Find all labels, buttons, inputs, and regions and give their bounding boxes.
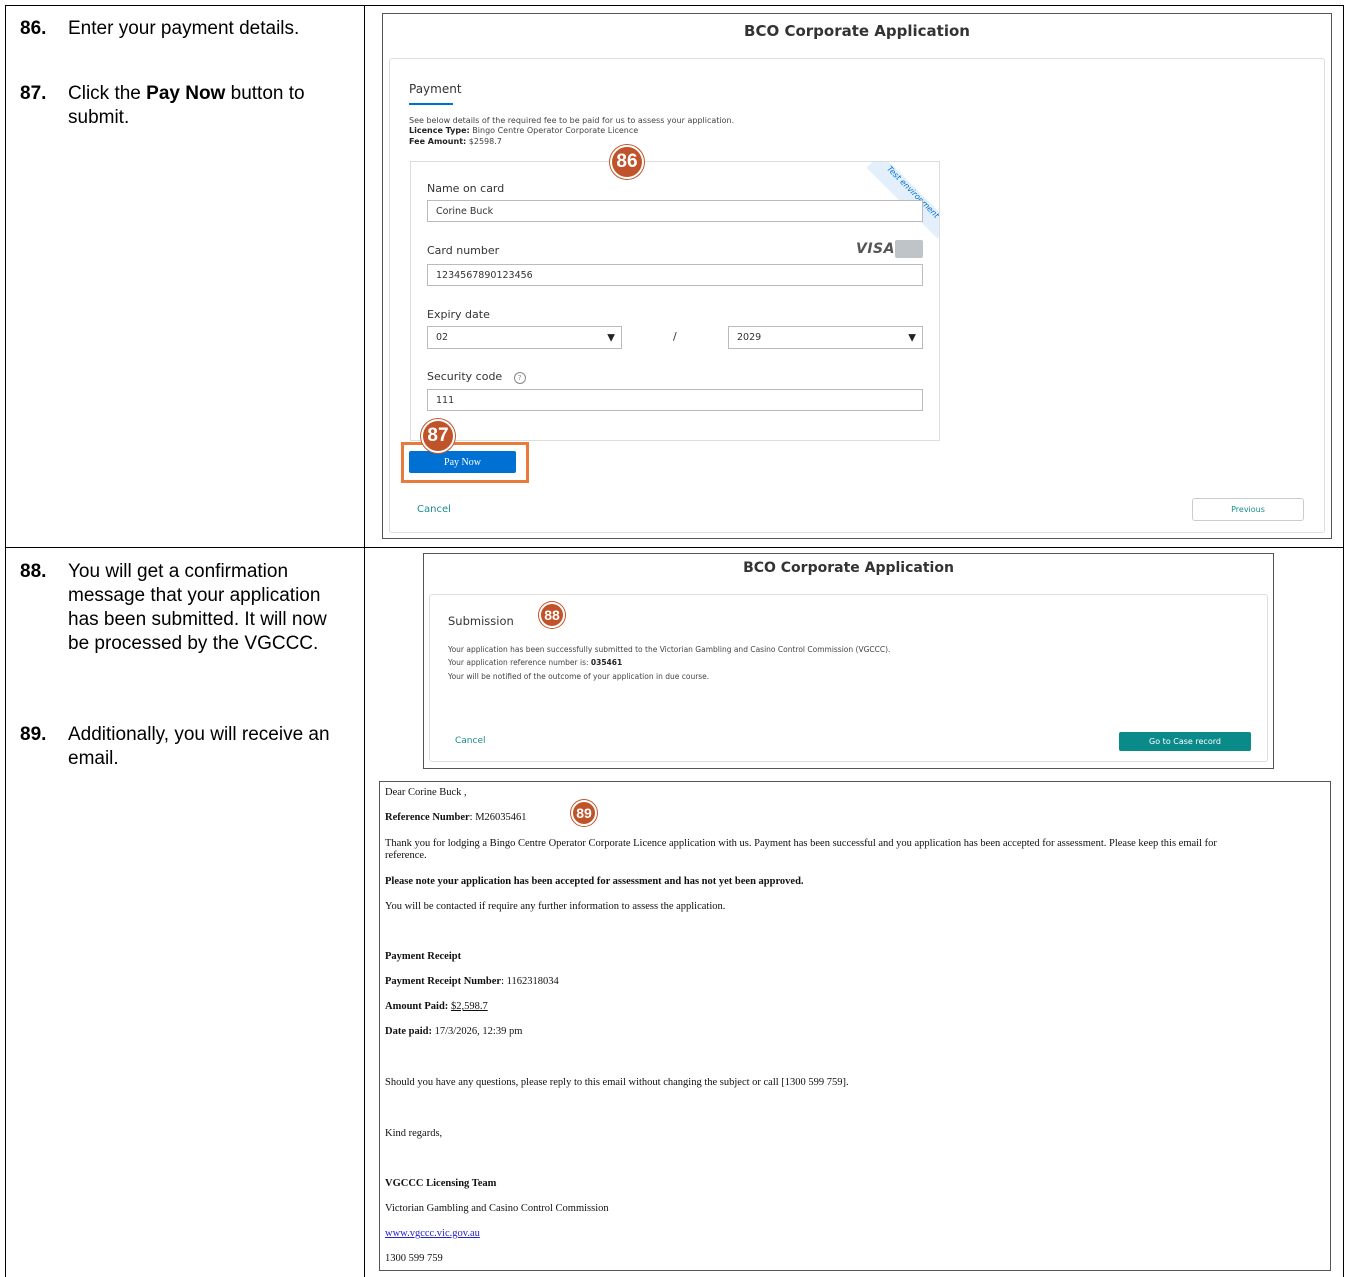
step-number: 89. [20, 724, 47, 745]
website-link[interactable]: www.vgccc.vic.gov.au [385, 1228, 480, 1239]
go-to-case-record-button[interactable]: Go to Case record [1119, 732, 1251, 751]
step-text: You will get a confirmation message that… [68, 561, 327, 654]
email-questions: Should you have any questions, please re… [385, 1077, 849, 1088]
submission-screenshot: BCO Corporate Application Submission You… [423, 553, 1274, 769]
chevron-down-icon: ▼ [607, 332, 615, 343]
callout-badge-88: 88 [539, 602, 565, 628]
security-code-input[interactable]: 111 [427, 389, 923, 411]
email-phone: 1300 599 759 [385, 1253, 443, 1264]
receipt-number: Payment Receipt Number: 1162318034 [385, 976, 559, 987]
step-text: Enter your payment details. [68, 18, 300, 39]
date-paid: Date paid: 17/3/2026, 12:39 pm [385, 1026, 523, 1037]
submission-line-1: Your application has been successfully s… [448, 645, 891, 654]
step-text: Additionally, you will receive an email. [68, 724, 330, 769]
expiry-month-select[interactable]: 02 ▼ [427, 326, 622, 349]
table-column-divider [364, 5, 365, 1277]
email-regards: Kind regards, [385, 1128, 443, 1139]
table-border-right [1343, 5, 1344, 1277]
tab-submission[interactable]: Submission [448, 614, 514, 628]
expiry-year-select[interactable]: 2029 ▼ [728, 326, 923, 349]
email-org: Victorian Gambling and Casino Control Co… [385, 1203, 609, 1214]
table-row-divider [5, 547, 1344, 548]
visa-logo: VISA [856, 241, 895, 257]
amount-paid: Amount Paid: $2,598.7 [385, 1001, 488, 1012]
app-title: BCO Corporate Application [743, 560, 954, 576]
expiry-separator: / [673, 330, 677, 343]
email-greeting: Dear Corine Buck , [385, 787, 467, 798]
callout-badge-86: 86 [610, 145, 644, 179]
step-text: Click the Pay Now button to submit. [68, 83, 305, 128]
tab-underline [409, 103, 453, 105]
fee-amount: Fee Amount: $2598.7 [409, 137, 502, 146]
step-number: 87. [20, 83, 47, 104]
help-icon[interactable]: ? [513, 372, 526, 384]
name-on-card-input[interactable]: Corine Buck [427, 200, 923, 222]
card-number-label: Card number [427, 244, 500, 257]
callout-badge-89: 89 [571, 800, 597, 826]
table-border-left [5, 5, 6, 1277]
reference-number: 035461 [590, 658, 623, 667]
pay-now-button[interactable]: Pay Now [409, 451, 516, 473]
confirmation-email: Dear Corine Buck , Reference Number: M26… [379, 781, 1331, 1271]
email-website: www.vgccc.vic.gov.au [385, 1228, 1324, 1240]
chevron-down-icon: ▼ [908, 332, 916, 343]
pay-now-emphasis: Pay Now [146, 83, 226, 104]
cancel-link[interactable]: Cancel [417, 504, 451, 515]
expiry-date-label: Expiry date [427, 308, 490, 321]
submission-line-2: Your application reference number is: 03… [448, 658, 623, 667]
payment-card: Payment See below details of the require… [389, 58, 1325, 533]
security-code-label: Security code ? [427, 370, 526, 384]
tab-payment[interactable]: Payment [409, 82, 462, 96]
email-reference: Reference Number: M26035461 [385, 812, 527, 823]
payment-screenshot: BCO Corporate Application Payment See be… [382, 13, 1332, 539]
submission-line-3: Your will be notified of the outcome of … [448, 672, 710, 681]
callout-badge-87: 87 [421, 419, 455, 453]
receipt-heading: Payment Receipt [385, 951, 462, 962]
cancel-link[interactable]: Cancel [455, 736, 486, 746]
card-details-box: Test environment Name on card Corine Buc… [410, 161, 940, 441]
email-contact: You will be contacted if require any fur… [385, 901, 726, 912]
email-team: VGCCC Licensing Team [385, 1178, 497, 1189]
licence-type: Licence Type: Bingo Centre Operator Corp… [409, 126, 639, 135]
step-number: 88. [20, 561, 47, 582]
step-number: 86. [20, 18, 47, 39]
table-border-top [5, 5, 1344, 6]
card-number-input[interactable]: 1234567890123456 [427, 264, 923, 286]
card-icon [895, 240, 923, 258]
previous-button[interactable]: Previous [1192, 498, 1304, 521]
email-paragraph-1: Thank you for lodging a Bingo Centre Ope… [385, 838, 1217, 861]
email-note: Please note your application has been ac… [385, 876, 804, 887]
name-on-card-label: Name on card [427, 182, 505, 195]
payment-intro: See below details of the required fee to… [409, 116, 735, 125]
app-title: BCO Corporate Application [744, 22, 970, 40]
